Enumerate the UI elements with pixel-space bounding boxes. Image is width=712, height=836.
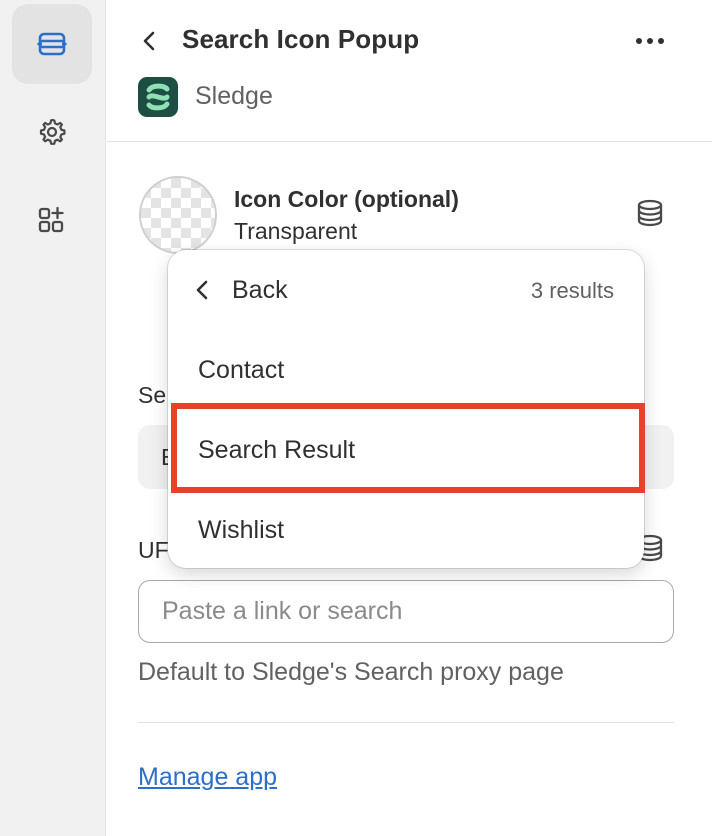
chevron-left-icon[interactable] <box>137 28 163 54</box>
settings-nav-button[interactable] <box>12 92 92 172</box>
results-count: 3 results <box>530 278 614 303</box>
link-picker-popover: Back 3 results Contact Search Result Wis… <box>168 250 644 568</box>
option-contact[interactable]: Contact <box>168 330 644 410</box>
sections-nav-button[interactable] <box>12 4 92 84</box>
editor-rail <box>0 0 106 836</box>
select-label-fragment: Se <box>138 382 167 408</box>
gear-icon <box>39 118 66 145</box>
apps-nav-button[interactable] <box>12 180 92 260</box>
app-name: Sledge <box>195 82 273 110</box>
sections-icon <box>37 32 67 56</box>
database-icon[interactable] <box>635 198 665 228</box>
divider <box>138 722 674 723</box>
option-wishlist[interactable]: Wishlist <box>168 490 644 570</box>
icon-color-value: Transparent <box>234 218 358 244</box>
app-logo <box>138 77 178 117</box>
chevron-left-icon <box>196 280 208 300</box>
popover-back-label: Back <box>232 275 288 304</box>
url-input[interactable] <box>138 580 674 643</box>
popover-back-button[interactable]: Back <box>190 272 288 308</box>
url-helper-text: Default to Sledge's Search proxy page <box>138 658 564 686</box>
icon-color-label: Icon Color (optional) <box>234 186 459 212</box>
color-swatch[interactable] <box>139 176 217 254</box>
url-label-fragment: UF <box>138 537 169 563</box>
panel-header: Search Icon Popup Sledge <box>107 0 712 142</box>
more-horizontal-icon[interactable] <box>633 28 667 54</box>
option-search-result[interactable]: Search Result <box>168 410 644 490</box>
page-title: Search Icon Popup <box>182 24 420 54</box>
manage-app-link[interactable]: Manage app <box>138 763 277 792</box>
apps-add-icon <box>38 206 64 233</box>
